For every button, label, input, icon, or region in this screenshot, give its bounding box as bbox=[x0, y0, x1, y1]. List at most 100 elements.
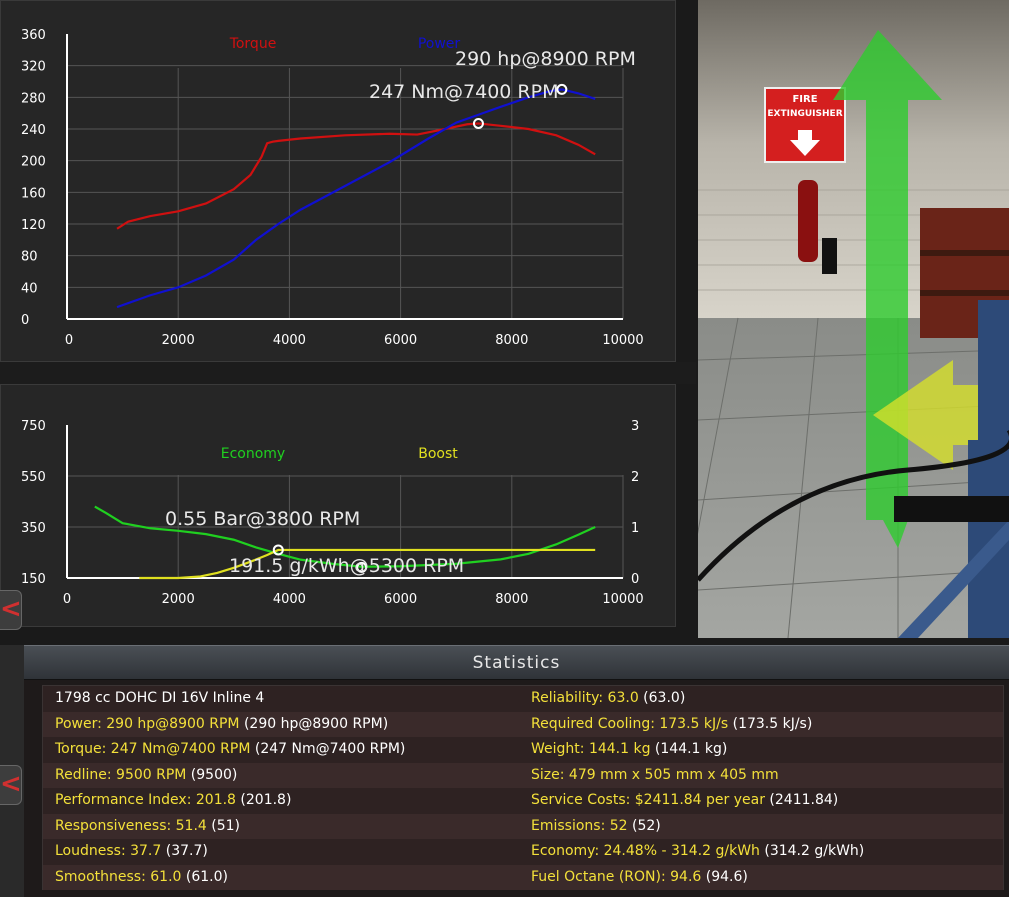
y-tick-label: 0 bbox=[21, 313, 29, 328]
y-right-tick-label: 0 bbox=[631, 572, 639, 587]
stat-value: Performance Index: 201.8 bbox=[55, 792, 236, 808]
y-left-tick-label: 350 bbox=[21, 521, 46, 536]
y-left-tick-label: 150 bbox=[21, 572, 46, 587]
stat-reference: (37.7) bbox=[161, 843, 208, 859]
chart-divider bbox=[0, 362, 696, 384]
stat-value: Redline: 9500 RPM bbox=[55, 766, 187, 783]
stat-reference: (314.2 g/kWh) bbox=[759, 843, 865, 859]
stats-row: Torque: 247 Nm@7400 RPM (247 Nm@7400 RPM… bbox=[43, 737, 1003, 763]
y-tick-label: 320 bbox=[21, 60, 46, 75]
stat-value: Fuel Octane (RON): 94.6 bbox=[531, 868, 702, 885]
y-right-tick-label: 1 bbox=[631, 521, 639, 536]
stat-value: Torque: 247 Nm@7400 RPM bbox=[55, 741, 251, 757]
stat-reference: (173.5 kJ/s) bbox=[728, 715, 813, 732]
series-torque-line bbox=[116, 122, 596, 230]
y-tick-label: 80 bbox=[21, 250, 38, 265]
y-tick-label: 360 bbox=[21, 28, 46, 43]
stats-cell-right: Emissions: 52 (52) bbox=[531, 814, 661, 839]
stat-value: Reliability: 63.0 bbox=[531, 690, 639, 706]
economy-best-label: 191.5 g/kWh@5300 RPM bbox=[229, 555, 464, 577]
economy-boost-chart-panel: 150 350 550 750 0 1 2 3 0 2000 4000 6000 8000 10000 Ec… bbox=[0, 384, 676, 627]
x-tick-label: 6000 bbox=[384, 333, 417, 348]
stats-row: Responsiveness: 51.4 (51) Emissions: 52 (… bbox=[43, 813, 1003, 839]
stat-reference: (63.0) bbox=[638, 690, 686, 706]
stat-reference: (52) bbox=[627, 817, 661, 834]
stats-cell-right: Service Costs: $2411.84 per year (2411.8… bbox=[531, 788, 838, 813]
collapse-charts-tab[interactable]: < bbox=[0, 590, 22, 630]
stat-reference: (51) bbox=[206, 817, 241, 834]
economy-boost-chart: 150 350 550 750 0 1 2 3 0 2000 4000 6000 8000 10000 Ec… bbox=[21, 419, 644, 607]
boost-peak-label: 0.55 Bar@3800 RPM bbox=[165, 508, 360, 530]
stat-reference: (144.1 kg) bbox=[650, 741, 728, 757]
y-left-tick-label: 550 bbox=[21, 470, 46, 485]
stats-cell-right: Weight: 144.1 kg (144.1 kg) bbox=[531, 737, 727, 762]
stat-value: Required Cooling: 173.5 kJ/s bbox=[531, 715, 729, 732]
torque-peak-label: 247 Nm@7400 RPM bbox=[369, 81, 558, 103]
power-torque-chart-panel: 0 40 80 120 160 200 240 280 320 360 0 2000 4000 6000 8… bbox=[0, 0, 676, 362]
stat-value: Loudness: 37.7 bbox=[55, 843, 162, 859]
stats-cell-left: 1798 cc DOHC DI 16V Inline 4 bbox=[55, 686, 264, 711]
stats-cell-left: Redline: 9500 RPM (9500) bbox=[55, 763, 237, 788]
x-tick-label: 0 bbox=[65, 333, 73, 348]
stat-reference: (61.0) bbox=[181, 868, 228, 885]
stat-reference: (201.8) bbox=[235, 792, 292, 808]
stat-reference: (290 hp@8900 RPM) bbox=[239, 715, 389, 732]
stats-row: Power: 290 hp@8900 RPM (290 hp@8900 RPM)… bbox=[43, 711, 1003, 737]
power-torque-chart: 0 40 80 120 160 200 240 280 320 360 0 2000 4000 6000 8… bbox=[21, 28, 644, 348]
sign-text-1: FIRE bbox=[792, 94, 817, 105]
legend-torque: Torque bbox=[229, 36, 277, 52]
stat-value: Weight: 144.1 kg bbox=[531, 741, 651, 757]
x-tick-label: 4000 bbox=[273, 592, 306, 607]
extinguisher-icon bbox=[798, 180, 818, 262]
collapse-stats-tab[interactable]: < bbox=[0, 765, 22, 805]
stats-cell-left: Loudness: 37.7 (37.7) bbox=[55, 839, 208, 864]
y-right-tick-label: 2 bbox=[631, 470, 639, 485]
sign-text-2: EXTINGUISHER bbox=[767, 109, 842, 119]
stats-row: Redline: 9500 RPM (9500) Size: 479 mm x 5… bbox=[43, 762, 1003, 788]
stat-reference: (247 Nm@7400 RPM) bbox=[250, 741, 406, 757]
y-tick-label: 200 bbox=[21, 155, 46, 170]
black-bar bbox=[894, 496, 1009, 522]
y-tick-label: 120 bbox=[21, 218, 46, 233]
statistics-header: Statistics bbox=[24, 645, 1009, 680]
stats-row: 1798 cc DOHC DI 16V Inline 4 Reliability:… bbox=[43, 686, 1003, 712]
y-right-tick-label: 3 bbox=[631, 419, 639, 434]
stat-value: Economy: 24.48% - 314.2 g/kWh bbox=[531, 843, 760, 859]
x-tick-label: 2000 bbox=[162, 333, 195, 348]
stats-row: Performance Index: 201.8 (201.8) Service … bbox=[43, 788, 1003, 814]
chevron-left-icon: < bbox=[0, 594, 22, 624]
y-tick-label: 160 bbox=[21, 186, 46, 201]
x-tick-label: 4000 bbox=[273, 333, 306, 348]
statistics-table: 1798 cc DOHC DI 16V Inline 4 Reliability:… bbox=[42, 685, 1004, 890]
stats-cell-left: Smoothness: 61.0 (61.0) bbox=[55, 865, 228, 890]
x-tick-label: 0 bbox=[63, 592, 71, 607]
stat-value: Smoothness: 61.0 bbox=[55, 868, 182, 885]
stat-value: Responsiveness: 51.4 bbox=[55, 817, 207, 834]
x-tick-label: 10000 bbox=[602, 333, 643, 348]
chevron-left-icon: < bbox=[0, 769, 22, 799]
scene-illustration: FIRE EXTINGUISHER bbox=[698, 0, 1009, 638]
stats-row: Smoothness: 61.0 (61.0) Fuel Octane (RON)… bbox=[43, 864, 1003, 890]
y-left-tick-label: 750 bbox=[21, 419, 46, 434]
stats-cell-left: Power: 290 hp@8900 RPM (290 hp@8900 RPM) bbox=[55, 712, 388, 737]
stat-reference: (2411.84) bbox=[764, 792, 839, 808]
stat-value: Power: 290 hp@8900 RPM bbox=[55, 715, 240, 732]
stat-value: Size: 479 mm x 505 mm x 405 mm bbox=[531, 766, 779, 783]
engine-test-scene[interactable]: FIRE EXTINGUISHER bbox=[698, 0, 1009, 638]
y-tick-label: 40 bbox=[21, 281, 38, 296]
x-tick-label: 2000 bbox=[162, 592, 195, 607]
y-tick-label: 240 bbox=[21, 123, 46, 138]
stats-cell-right: Required Cooling: 173.5 kJ/s (173.5 kJ/s… bbox=[531, 712, 812, 737]
stat-value: Emissions: 52 bbox=[531, 817, 628, 834]
stats-cell-right: Reliability: 63.0 (63.0) bbox=[531, 686, 685, 711]
stat-value: 1798 cc DOHC DI 16V Inline 4 bbox=[55, 690, 265, 706]
x-tick-label: 6000 bbox=[384, 592, 417, 607]
legend-economy: Economy bbox=[221, 446, 285, 462]
power-peak-label: 290 hp@8900 RPM bbox=[455, 48, 636, 70]
legend-boost: Boost bbox=[418, 446, 458, 462]
x-tick-label: 8000 bbox=[495, 592, 528, 607]
series-power-line bbox=[116, 88, 596, 309]
stats-cell-left: Responsiveness: 51.4 (51) bbox=[55, 814, 240, 839]
y-tick-label: 280 bbox=[21, 91, 46, 106]
stats-cell-right: Economy: 24.48% - 314.2 g/kWh (314.2 g/k… bbox=[531, 839, 864, 864]
